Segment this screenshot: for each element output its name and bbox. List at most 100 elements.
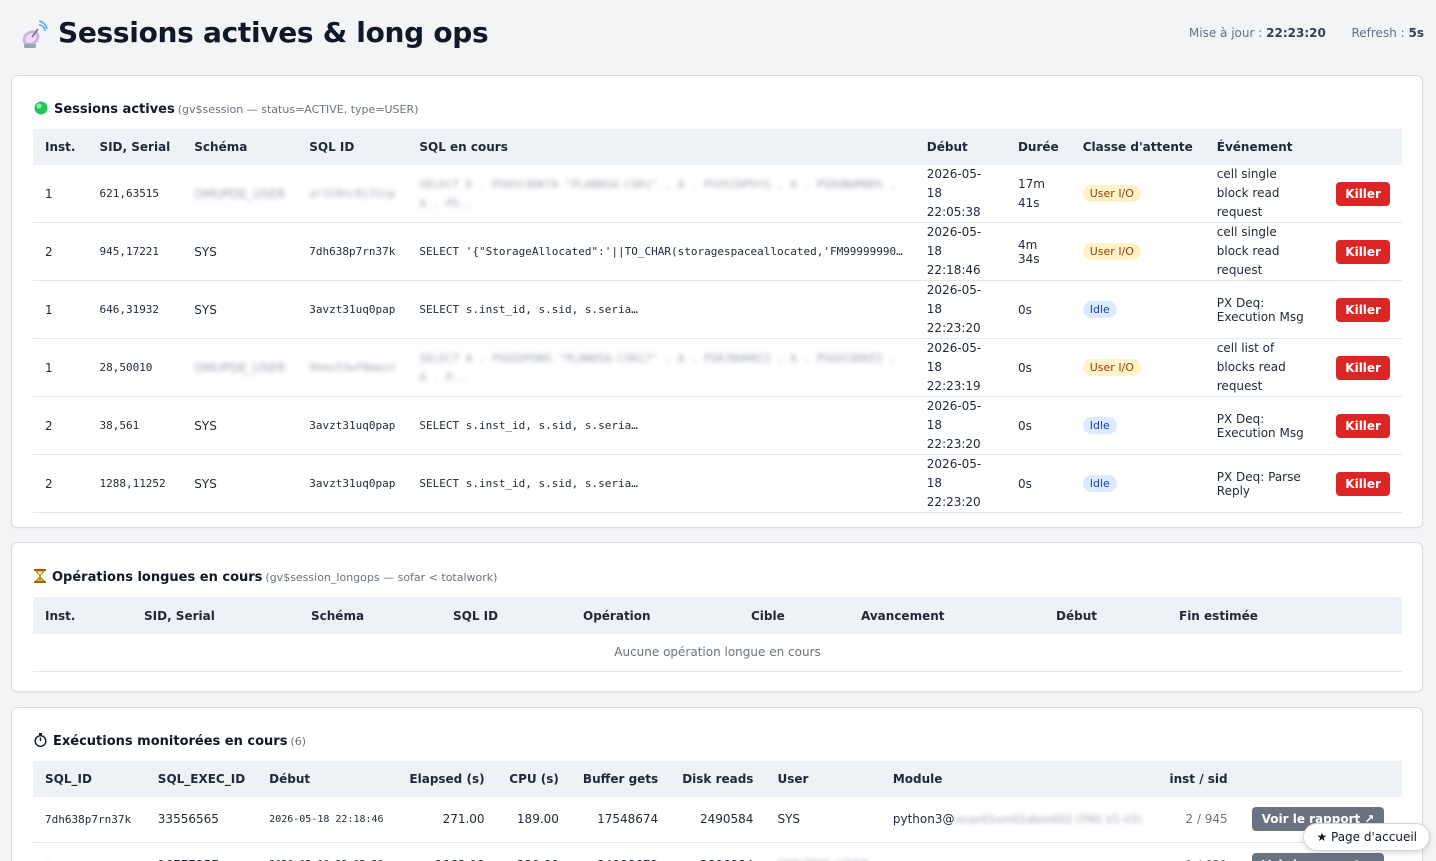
page-title: Sessions actives & long ops xyxy=(58,16,489,49)
cell-elapsed: 271.00 xyxy=(395,797,497,843)
col-actions xyxy=(1324,129,1402,165)
cell-event: cell single block read request xyxy=(1204,222,1325,281)
cell-duree: 0s xyxy=(1005,454,1071,513)
cell-actions: Killer xyxy=(1324,396,1402,455)
col-cpu: CPU (s) xyxy=(496,761,571,797)
cell-debut: 2026-05-18 22:23:20 xyxy=(914,454,1006,513)
active-sessions-subtitle: (gv$session — status=ACTIVE, type=USER) xyxy=(177,103,419,116)
cell-inst: 1 xyxy=(33,280,88,339)
cell-user: SYS xyxy=(765,797,881,843)
cell-debut: 2026-05-18 22:18:46 xyxy=(914,222,1006,281)
wait-class-badge: Idle xyxy=(1082,475,1117,492)
kill-session-button[interactable]: Killer xyxy=(1336,181,1390,206)
long-ops-subtitle: (gv$session_longops — sofar < totalwork) xyxy=(265,571,498,584)
table-row: 1 621,63515 OMUPDE_USER ar319nc8j31cp SE… xyxy=(33,165,1402,223)
cell-sid: 38,561 xyxy=(87,396,183,455)
cell-sid: 1288,11252 xyxy=(87,454,183,513)
cell-buffer-gets: 24988672 xyxy=(570,842,671,861)
cell-sql-id: 3avzt31uq0pap xyxy=(297,396,408,455)
kill-session-button[interactable]: Killer xyxy=(1336,471,1390,496)
col-user: User xyxy=(765,761,881,797)
cell-schema: OMUPDE_USER xyxy=(182,338,298,397)
col-operation: Opération xyxy=(571,597,739,634)
cell-inst: 2 xyxy=(33,396,88,455)
cell-duree: 0s xyxy=(1005,396,1071,455)
table-row: 2 1288,11252 SYS 3avzt31uq0pap SELECT s.… xyxy=(33,454,1402,513)
cell-sql-id: 7dh638p7rn37k xyxy=(297,222,408,281)
cell-sql: SELECT A . PSOIDPOBS "PLAN0SA-CSR17" , A… xyxy=(407,338,915,397)
cell-wait-class: User I/O xyxy=(1070,222,1205,281)
cell-wait-class: User I/O xyxy=(1070,165,1205,223)
updated-label: Mise à jour : xyxy=(1188,26,1263,40)
empty-row: Aucune opération longue en cours xyxy=(33,634,1402,672)
hourglass-icon xyxy=(34,569,46,583)
kill-session-button[interactable]: Killer xyxy=(1336,413,1390,438)
cell-schema: SYS xyxy=(182,222,298,281)
col-sid-serial: SID, Serial xyxy=(132,597,299,634)
col-actions xyxy=(1239,761,1402,797)
col-duree: Durée xyxy=(1005,129,1071,165)
green-circle-icon xyxy=(34,101,48,115)
table-row: 1 28,50010 OMUPDE_USER 9hms53wf8mmzn SEL… xyxy=(33,338,1402,397)
cell-actions: Killer xyxy=(1324,454,1402,513)
cell-schema: OMUPDE_USER xyxy=(182,165,298,223)
col-module: Module xyxy=(880,761,1155,797)
cell-wait-class: User I/O xyxy=(1070,338,1205,397)
cell-inst-sid: 1 / 621 xyxy=(1154,842,1240,861)
wait-class-badge: Idle xyxy=(1082,417,1117,434)
cell-actions: Killer xyxy=(1324,222,1402,281)
table-header-row: Inst. SID, Serial Schéma SQL ID SQL en c… xyxy=(33,129,1402,165)
wait-class-badge: User I/O xyxy=(1082,243,1141,260)
col-sql-current: SQL en cours xyxy=(407,129,915,165)
long-ops-table: Inst. SID, Serial Schéma SQL ID Opératio… xyxy=(33,597,1402,672)
cell-sql: SELECT s.inst_id, s.sid, s.seria… xyxy=(407,396,915,455)
cell-sql: SELECT '{"StorageAllocated":'||TO_CHAR(s… xyxy=(407,222,915,281)
cell-duree: 17m 41s xyxy=(1005,165,1071,223)
table-header-row: SQL_ID SQL_EXEC_ID Début Elapsed (s) CPU… xyxy=(33,761,1402,797)
cell-wait-class: Idle xyxy=(1070,280,1205,339)
cell-sid: 621,63515 xyxy=(87,165,183,223)
col-inst: Inst. xyxy=(33,597,132,634)
cell-module: python3@lxcpr01vm01dbm002 (TNS V1-V3) xyxy=(880,797,1155,843)
col-disk-reads: Disk reads xyxy=(670,761,766,797)
kill-session-button[interactable]: Killer xyxy=(1336,297,1390,322)
cell-actions: Killer xyxy=(1324,280,1402,339)
cell-cpu: 320.00 xyxy=(496,842,571,861)
cell-inst: 2 xyxy=(33,222,88,281)
table-header-row: Inst. SID, Serial Schéma SQL ID Opératio… xyxy=(33,597,1402,634)
cell-duree: 0s xyxy=(1005,338,1071,397)
cell-inst-sid: 2 / 945 xyxy=(1154,797,1240,843)
cell-sql-id: ar319nc8j31cp xyxy=(297,165,408,223)
monitored-executions-table: SQL_ID SQL_EXEC_ID Début Elapsed (s) CPU… xyxy=(33,761,1402,861)
col-sql-exec-id: SQL_EXEC_ID xyxy=(145,761,258,797)
active-sessions-table: Inst. SID, Serial Schéma SQL ID SQL en c… xyxy=(33,129,1402,513)
cell-wait-class: Idle xyxy=(1070,454,1205,513)
cell-exec-id: 16777257 xyxy=(145,842,258,861)
cell-sql-id: 3avzt31uq0pap xyxy=(297,280,408,339)
kill-session-button[interactable]: Killer xyxy=(1336,355,1390,380)
table-row: a______ 16777257 2026-05-18 22:05:38 106… xyxy=(33,842,1402,861)
cell-sql-id: 9hms53wf8mmzn xyxy=(297,338,408,397)
home-page-button[interactable]: ★ Page d'accueil xyxy=(1303,823,1430,851)
cell-buffer-gets: 17548674 xyxy=(570,797,671,843)
updated-time: 22:23:20 xyxy=(1266,26,1326,40)
col-sql-id: SQL ID xyxy=(441,597,571,634)
stopwatch-icon xyxy=(34,733,47,747)
cell-debut: 2026-05-18 22:05:38 xyxy=(257,842,396,861)
cell-inst: 1 xyxy=(33,338,88,397)
cell-event: cell list of blocks read request xyxy=(1204,338,1325,397)
cell-sid: 28,50010 xyxy=(87,338,183,397)
cell-debut: 2026-05-18 22:23:20 xyxy=(914,396,1006,455)
cell-sql: SELECT D . PSOSCODKTA "PLAN0SA-CSR1" , A… xyxy=(407,165,915,223)
monitored-executions-title: Exécutions monitorées en cours (6) xyxy=(34,733,306,749)
col-buffer-gets: Buffer gets xyxy=(570,761,671,797)
col-sql-id: SQL_ID xyxy=(33,761,146,797)
cell-debut: 2026-05-18 22:23:19 xyxy=(914,338,1006,397)
cell-duree: 4m 34s xyxy=(1005,222,1071,281)
cell-sid: 945,17221 xyxy=(87,222,183,281)
view-report-button[interactable]: Voir le rapport ↗ xyxy=(1251,852,1385,861)
cell-debut: 2026-05-18 22:05:38 xyxy=(914,165,1006,223)
kill-session-button[interactable]: Killer xyxy=(1336,239,1390,264)
col-sid-serial: SID, Serial xyxy=(87,129,183,165)
cell-exec-id: 33556565 xyxy=(145,797,258,843)
